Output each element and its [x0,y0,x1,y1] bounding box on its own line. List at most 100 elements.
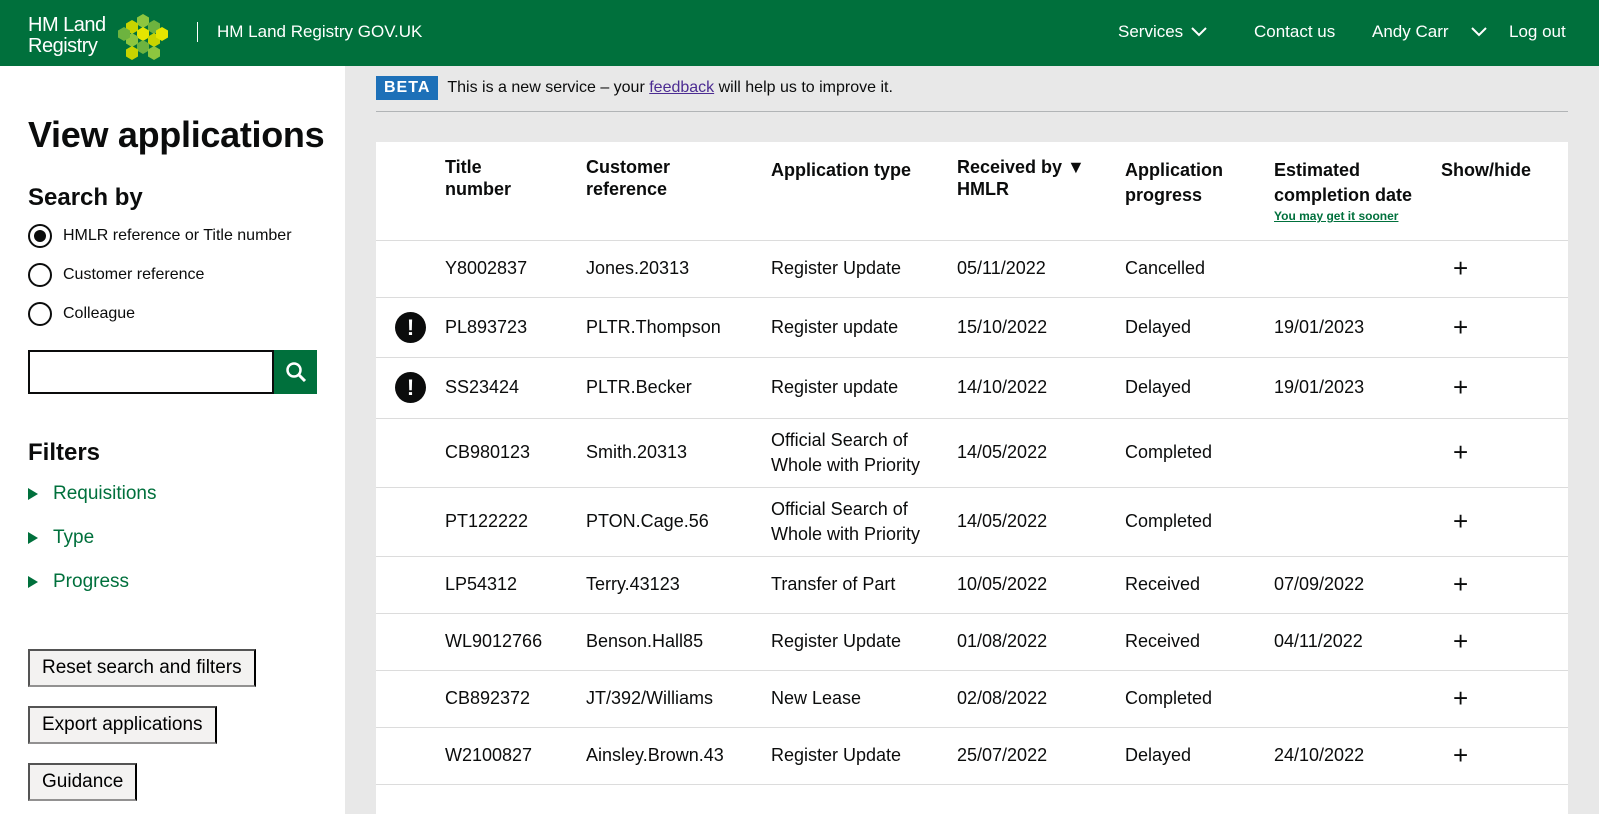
radio-button-selected[interactable] [28,224,52,248]
warning-cell [376,487,445,557]
beta-banner: BETA This is a new service – your feedba… [376,76,1568,112]
search-by-heading: Search by [28,184,143,211]
export-applications-button[interactable]: Export applications [28,706,217,744]
plus-icon: + [1453,569,1469,599]
received-date-cell: 15/10/2022 [957,297,1125,358]
radio-customer-reference[interactable]: Customer reference [28,263,204,287]
customer-reference-cell: PTON.Cage.56 [586,487,771,557]
expand-row-button[interactable]: + [1441,727,1568,785]
warning-cell [376,670,445,728]
plus-icon: + [1453,253,1469,283]
radio-button[interactable] [28,263,52,287]
filter-label: Requisitions [53,483,157,504]
radio-label: Colleague [63,305,136,322]
filter-type[interactable]: Type [28,527,94,549]
nav-user-menu[interactable]: Andy Carr [1372,22,1487,42]
guidance-button[interactable]: Guidance [28,763,138,801]
triangle-right-icon [28,488,38,500]
nav-log-out[interactable]: Log out [1509,22,1566,42]
table-row: W2100827 Ainsley.Brown.43 Register Update 2… [376,727,1568,785]
customer-reference-cell: JT/392/Williams [586,670,771,728]
header-title-number[interactable]: Title number [445,142,586,241]
title-number-cell[interactable]: WL9012766 [445,613,586,671]
progress-cell: Received [1125,613,1274,671]
feedback-link[interactable]: feedback [649,79,714,96]
radio-colleague[interactable]: Colleague [28,302,135,326]
table-row: WL9012766 Benson.Hall85 Register Update 01/… [376,613,1568,671]
header-estimated-completion[interactable]: Estimated completion date You may get it… [1274,142,1441,241]
title-number-cell[interactable]: W2100827 [445,727,586,785]
hexagon-logo-icon [118,14,168,60]
filter-progress[interactable]: Progress [28,571,129,593]
title-number-cell[interactable]: PT122222 [445,487,586,557]
title-number-cell[interactable]: SS23424 [445,357,586,419]
expand-row-button[interactable]: + [1441,357,1568,419]
warning-icon: ! [395,311,426,343]
title-number-cell[interactable]: CB980123 [445,418,586,488]
customer-reference-cell: Terry.43123 [586,556,771,614]
applications-table: Title number Customer reference Applicat… [376,142,1568,785]
header-warning [376,142,445,241]
application-type-cell: Register Update [771,240,957,298]
title-number-cell[interactable]: CB892372 [445,670,586,728]
header-application-type[interactable]: Application type [771,142,957,241]
received-date-cell: 02/08/2022 [957,670,1125,728]
nav-contact-us[interactable]: Contact us [1254,22,1335,42]
received-date-cell: 10/05/2022 [957,556,1125,614]
estimated-date-cell: 19/01/2023 [1274,357,1441,419]
estimated-date-cell: 07/09/2022 [1274,556,1441,614]
expand-row-button[interactable]: + [1441,670,1568,728]
received-date-cell: 01/08/2022 [957,613,1125,671]
warning-cell: ! [376,297,445,358]
warning-cell: ! [376,357,445,419]
main-content: BETA This is a new service – your feedba… [345,66,1599,814]
header-application-progress[interactable]: Application progress [1125,142,1274,241]
progress-cell: Received [1125,556,1274,614]
progress-cell: Completed [1125,670,1274,728]
expand-row-button[interactable]: + [1441,418,1568,488]
application-type-cell: Official Search of Whole with Priority [771,487,957,557]
header-received-by-hmlr[interactable]: Received by ▼ HMLR [957,142,1125,241]
received-date-cell: 05/11/2022 [957,240,1125,298]
search-input[interactable] [28,350,274,394]
expand-row-button[interactable]: + [1441,556,1568,614]
plus-icon: + [1453,506,1469,536]
search-button[interactable] [274,350,317,394]
estimated-date-cell [1274,240,1441,298]
table-row: ! SS23424 PLTR.Becker Register update 14/10/… [376,357,1568,419]
service-name-link[interactable]: HM Land Registry GOV.UK [217,22,422,42]
sidebar: View applications Search by HMLR referen… [0,66,345,814]
plus-icon: + [1453,437,1469,467]
expand-row-button[interactable]: + [1441,297,1568,358]
header-divider [197,22,198,42]
chevron-down-icon [1191,27,1207,37]
received-date-cell: 14/10/2022 [957,357,1125,419]
radio-button[interactable] [28,302,52,326]
nav-services-label: Services [1118,22,1184,41]
estimated-label: Estimated completion date [1274,160,1413,205]
title-number-cell[interactable]: LP54312 [445,556,586,614]
filter-label: Progress [53,571,130,592]
reset-search-button[interactable]: Reset search and filters [28,649,256,687]
filters-heading: Filters [28,439,101,466]
title-number-cell[interactable]: Y8002837 [445,240,586,298]
header-customer-reference[interactable]: Customer reference [586,142,771,241]
hm-land-registry-logo[interactable]: HM Land Registry [28,11,168,61]
warning-cell [376,613,445,671]
title-number-cell[interactable]: PL893723 [445,297,586,358]
nav-services[interactable]: Services [1118,22,1207,42]
radio-hmlr-reference[interactable]: HMLR reference or Title number [28,224,292,248]
expand-row-button[interactable]: + [1441,613,1568,671]
estimated-date-cell [1274,418,1441,488]
expand-row-button[interactable]: + [1441,240,1568,298]
progress-cell: Completed [1125,487,1274,557]
expand-row-button[interactable]: + [1441,487,1568,557]
site-header: HM Land Registry HM Land Registry GOV.UK… [0,0,1599,66]
beta-text-before: This is a new service – your [447,79,650,96]
application-type-cell: Official Search of Whole with Priority [771,418,957,488]
beta-tag: BETA [376,76,439,100]
plus-icon: + [1453,683,1469,713]
you-may-get-it-sooner-link[interactable]: You may get it sooner [1274,208,1441,224]
application-type-cell: New Lease [771,670,957,728]
filter-requisitions[interactable]: Requisitions [28,483,157,505]
